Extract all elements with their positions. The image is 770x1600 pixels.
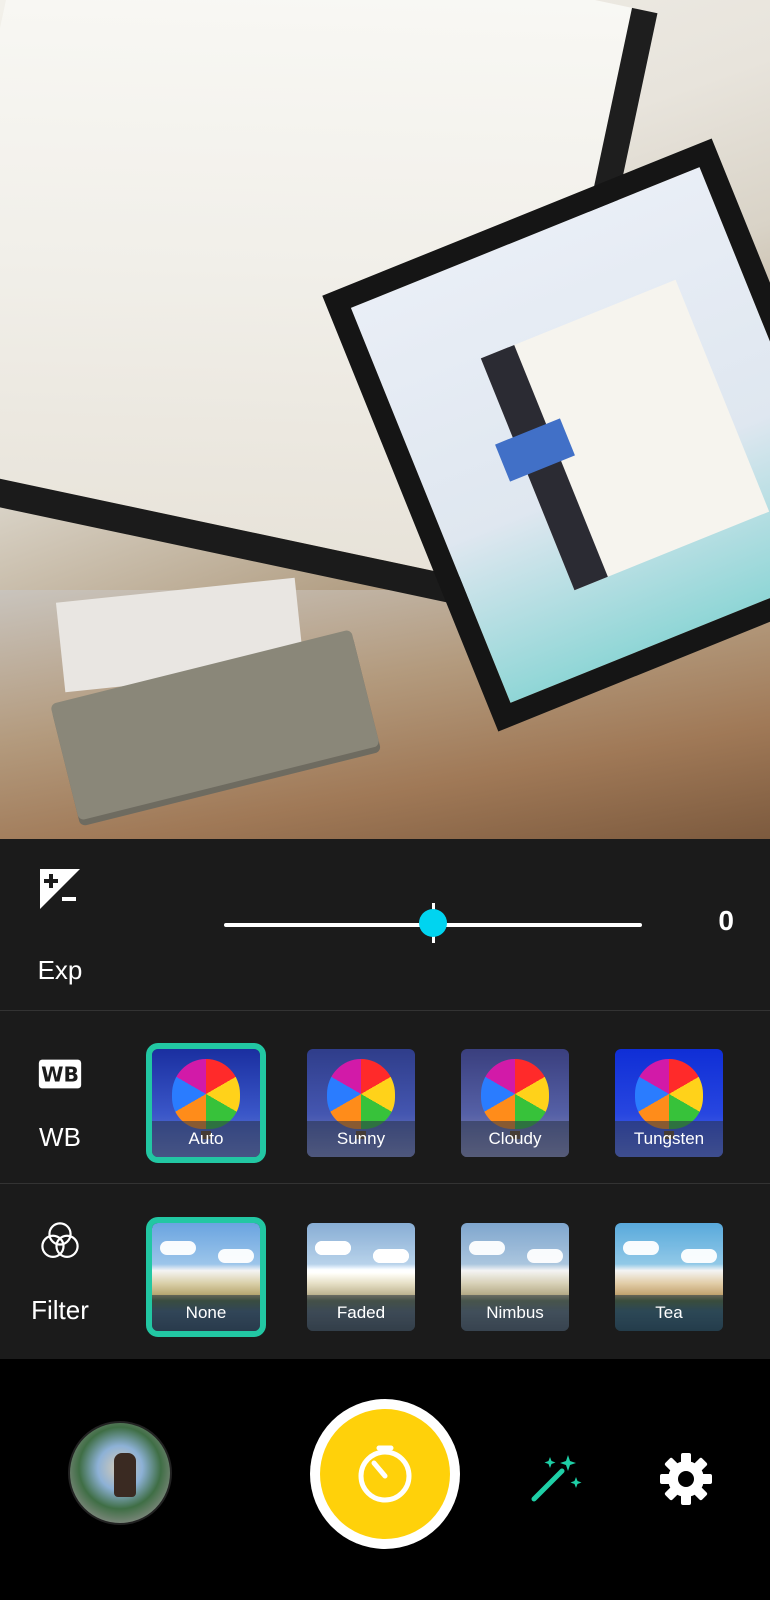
gear-icon[interactable] — [658, 1451, 714, 1507]
exposure-slider[interactable] — [224, 903, 642, 943]
filter-option-label: Tea — [615, 1295, 723, 1331]
filter-option-faded[interactable]: Faded — [307, 1223, 415, 1331]
balloon-image — [327, 1059, 395, 1129]
cloud — [315, 1241, 351, 1255]
bottom-bar — [0, 1359, 770, 1600]
wb-option-tungsten[interactable]: Tungsten — [615, 1049, 723, 1157]
filter-circles-icon — [41, 1222, 79, 1258]
wb-option-auto[interactable]: Auto — [146, 1043, 266, 1163]
cloud — [469, 1241, 505, 1255]
wb-icon: WB — [38, 1059, 82, 1089]
cloud — [623, 1241, 659, 1255]
svg-text:WB: WB — [41, 1063, 79, 1087]
filter-label: Filter — [31, 1295, 89, 1325]
wb-label: WB — [39, 1122, 81, 1152]
camera-viewfinder[interactable] — [0, 0, 770, 839]
cloud — [160, 1241, 196, 1255]
exposure-row: Exp 0 — [0, 839, 770, 1011]
shutter-button[interactable] — [310, 1399, 460, 1549]
magic-wand-icon[interactable] — [528, 1449, 584, 1505]
wb-option-label: Auto — [152, 1121, 260, 1157]
filter-option-tea[interactable]: Tea — [615, 1223, 723, 1331]
shutter-inner — [320, 1409, 450, 1539]
balloon-image — [481, 1059, 549, 1129]
wb-option-cloudy[interactable]: Cloudy — [461, 1049, 569, 1157]
white-balance-row: WB WB Auto Sunny Cloudy Tungsten — [0, 1012, 770, 1184]
filter-row: Filter None Faded Nimbus Tea — [0, 1185, 770, 1359]
gallery-thumbnail-button[interactable] — [68, 1421, 172, 1525]
settings-panel: Exp 0 WB WB Auto Sunny Cloudy Tungsten F… — [0, 839, 770, 1359]
wb-option-label: Cloudy — [461, 1121, 569, 1157]
exposure-slider-knob[interactable] — [419, 909, 447, 937]
filter-option-label: Nimbus — [461, 1295, 569, 1331]
balloon-image — [635, 1059, 703, 1129]
balloon-image — [172, 1059, 240, 1129]
gallery-person — [114, 1453, 136, 1497]
wb-option-sunny[interactable]: Sunny — [307, 1049, 415, 1157]
filter-option-label: Faded — [307, 1295, 415, 1331]
wb-option-label: Tungsten — [615, 1121, 723, 1157]
exposure-plus-minus-icon — [40, 869, 80, 909]
filter-option-nimbus[interactable]: Nimbus — [461, 1223, 569, 1331]
cloud — [527, 1249, 563, 1263]
filter-option-none[interactable]: None — [146, 1217, 266, 1337]
exposure-value: 0 — [718, 905, 734, 936]
filter-option-label: None — [152, 1295, 260, 1331]
cloud — [681, 1249, 717, 1263]
wb-option-label: Sunny — [307, 1121, 415, 1157]
exposure-label: Exp — [37, 955, 83, 985]
cloud — [373, 1249, 409, 1263]
timer-icon — [358, 1445, 412, 1503]
cloud — [218, 1249, 254, 1263]
